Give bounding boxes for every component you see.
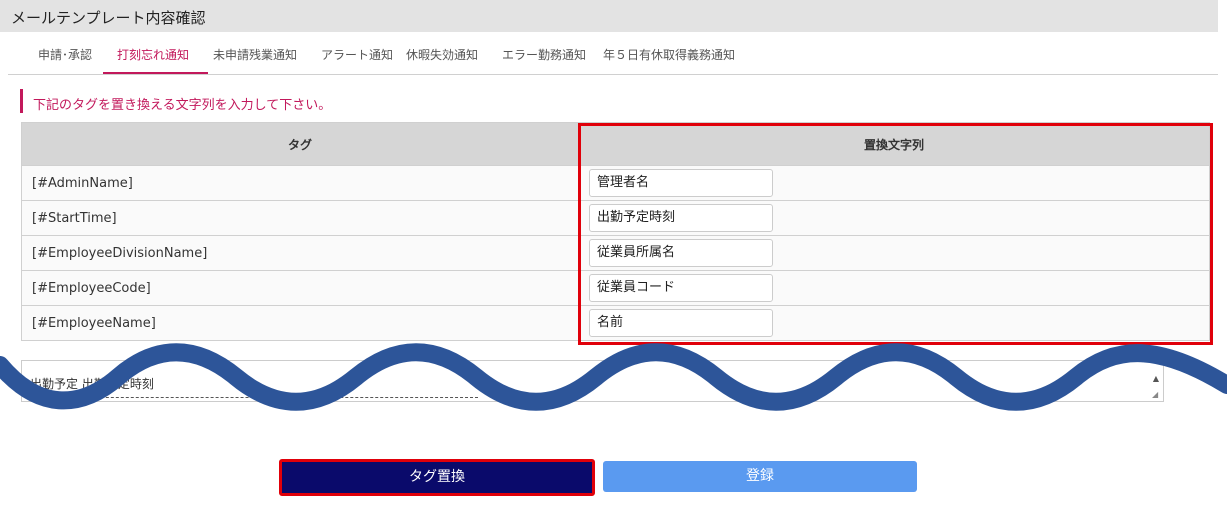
tag-replace-button[interactable]: タグ置換 <box>279 459 595 496</box>
tab-error-work-notice[interactable]: エラー勤務通知 <box>502 46 586 63</box>
tab-leave-expiry-notice[interactable]: 休暇失効通知 <box>406 46 478 63</box>
tag-cell: [#EmployeeDivisionName] <box>21 235 579 271</box>
replacement-cell: 出勤予定時刻 <box>578 200 1210 236</box>
tag-column-header: タグ <box>21 122 579 166</box>
active-tab-indicator <box>103 72 208 74</box>
tab-alert-notice[interactable]: アラート通知 <box>321 46 393 63</box>
replacement-cell: 従業員コード <box>578 270 1210 306</box>
wave-cut-divider <box>0 343 1227 411</box>
replacement-input[interactable]: 従業員所属名 <box>589 239 773 267</box>
table-row: [#StartTime] 出勤予定時刻 <box>21 200 1210 236</box>
table-row: [#EmployeeDivisionName] 従業員所属名 <box>21 235 1210 271</box>
replacement-column-header: 置換文字列 <box>578 122 1210 166</box>
instruction-text: 下記のタグを置き換える文字列を入力して下さい。 <box>33 98 332 113</box>
page-title: メールテンプレート内容確認 <box>11 9 206 27</box>
replacement-input[interactable]: 名前 <box>589 309 773 337</box>
replacement-input[interactable]: 出勤予定時刻 <box>589 204 773 232</box>
register-button[interactable]: 登録 <box>603 461 917 492</box>
tag-cell: [#EmployeeCode] <box>21 270 579 306</box>
tab-unapplied-overtime-notice[interactable]: 未申請残業通知 <box>213 46 297 63</box>
tag-cell: [#StartTime] <box>21 200 579 236</box>
table-row: [#AdminName] 管理者名 <box>21 165 1210 201</box>
instruction-accent-bar <box>20 89 23 113</box>
tab-missed-clock-notice[interactable]: 打刻忘れ通知 <box>117 46 189 63</box>
tab-application-approval[interactable]: 申請･承認 <box>38 46 92 63</box>
replacement-input[interactable]: 管理者名 <box>589 169 773 197</box>
tag-table: タグ 置換文字列 [#AdminName] 管理者名 [#StartTime] … <box>21 122 1210 341</box>
title-bar: メールテンプレート内容確認 <box>0 0 1218 32</box>
table-row: [#EmployeeCode] 従業員コード <box>21 270 1210 306</box>
wave-line <box>0 343 1227 411</box>
tab-paid-leave-obligation-notice[interactable]: 年５日有休取得義務通知 <box>603 46 735 63</box>
tab-bar: 申請･承認 打刻忘れ通知 未申請残業通知 アラート通知 休暇失効通知 エラー勤務… <box>8 32 1218 75</box>
replacement-input[interactable]: 従業員コード <box>589 274 773 302</box>
tag-cell: [#AdminName] <box>21 165 579 201</box>
replacement-cell: 管理者名 <box>578 165 1210 201</box>
replacement-cell: 従業員所属名 <box>578 235 1210 271</box>
